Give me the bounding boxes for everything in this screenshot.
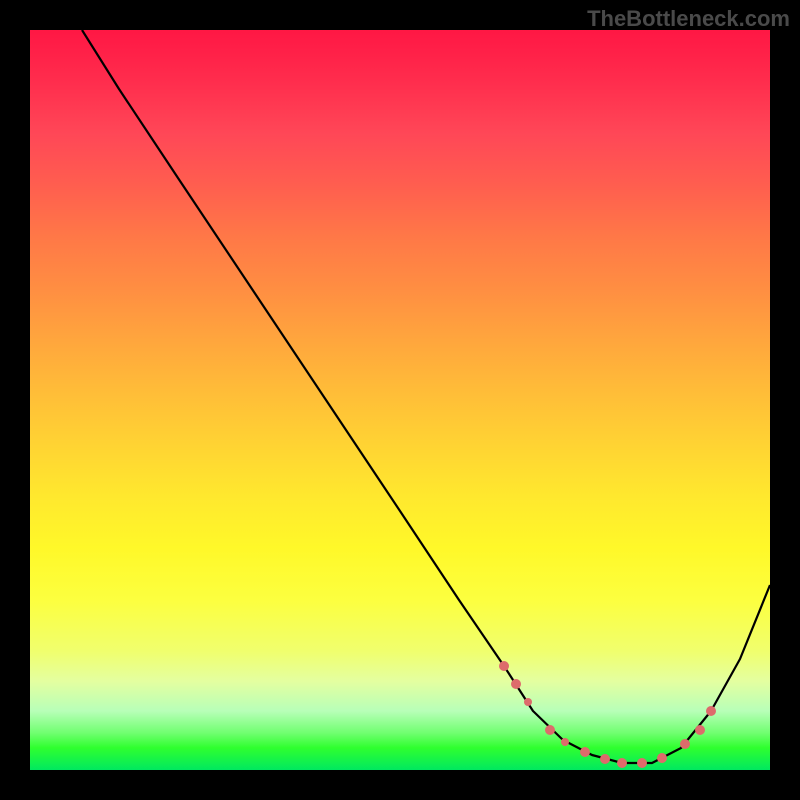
plot-area	[30, 30, 770, 770]
curve-svg	[30, 30, 770, 770]
bottleneck-curve-line	[82, 30, 770, 763]
optimal-zone-markers	[499, 661, 716, 768]
watermark-text: TheBottleneck.com	[587, 6, 790, 32]
